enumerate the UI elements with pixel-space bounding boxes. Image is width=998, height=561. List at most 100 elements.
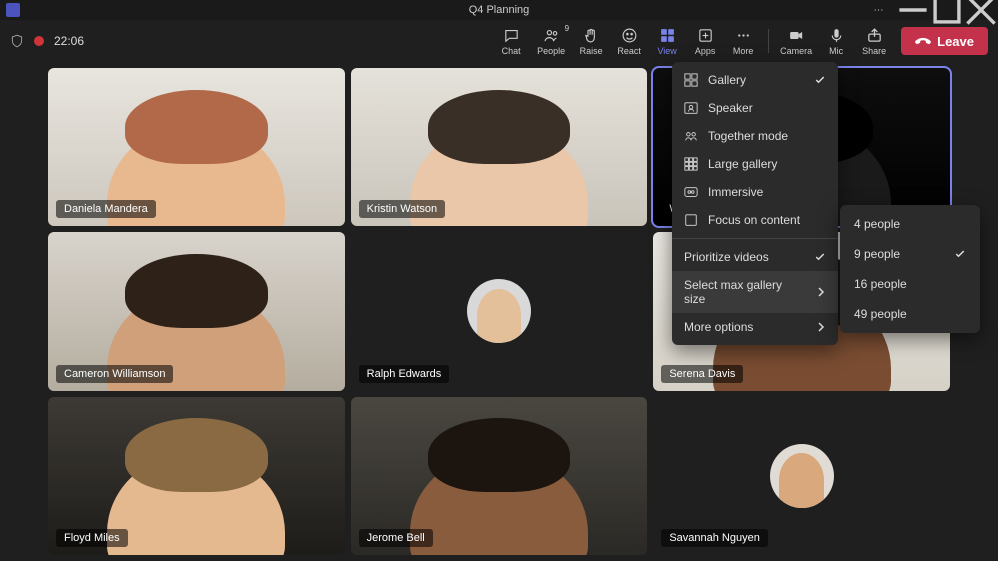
view-option-label: Immersive xyxy=(708,185,763,199)
participant-name: Daniela Mandera xyxy=(56,200,156,218)
apps-button[interactable]: Apps xyxy=(686,21,724,61)
participant-name: Savannah Nguyen xyxy=(661,529,768,547)
participant-name: Floyd Miles xyxy=(56,529,128,547)
minimize-button[interactable] xyxy=(896,0,930,20)
view-label: View xyxy=(657,46,676,56)
view-option-immersive[interactable]: Immersive xyxy=(672,178,838,206)
participant-tile[interactable]: Daniela Mandera xyxy=(48,68,345,226)
participant-tile[interactable]: Kristin Watson xyxy=(351,68,648,226)
gallery-size-label: 49 people xyxy=(854,307,907,321)
participant-tile[interactable]: Jerome Bell xyxy=(351,397,648,555)
gallery-size-option[interactable]: 49 people xyxy=(840,299,980,329)
participant-tile[interactable]: Floyd Miles xyxy=(48,397,345,555)
avatar xyxy=(467,279,531,343)
people-count: 9 xyxy=(565,24,569,33)
view-option-label: Speaker xyxy=(708,101,753,115)
toolbar-separator xyxy=(768,29,769,53)
gallery-icon xyxy=(684,73,698,87)
maximize-button[interactable] xyxy=(930,0,964,20)
view-option-label: Gallery xyxy=(708,73,746,87)
view-icon xyxy=(659,27,676,44)
mic-button[interactable]: Mic xyxy=(817,21,855,61)
camera-button[interactable]: Camera xyxy=(775,21,817,61)
raise-hand-button[interactable]: Raise xyxy=(572,21,610,61)
chat-icon xyxy=(503,27,520,44)
chat-label: Chat xyxy=(502,46,521,56)
leave-button[interactable]: Leave xyxy=(901,27,988,55)
raise-label: Raise xyxy=(580,46,603,56)
window-more-icon[interactable]: ⋯ xyxy=(862,0,896,20)
together-icon xyxy=(684,129,698,143)
view-option-max-gallery-size[interactable]: Select max gallery size xyxy=(672,271,838,313)
close-button[interactable] xyxy=(964,0,998,20)
chat-button[interactable]: Chat xyxy=(492,21,530,61)
more-label: More xyxy=(733,46,754,56)
react-label: React xyxy=(617,46,641,56)
titlebar: Q4 Planning ⋯ xyxy=(0,0,998,20)
gallery-size-submenu: 4 people 9 people 16 people 49 people xyxy=(840,205,980,333)
teams-app-icon xyxy=(6,3,20,17)
react-button[interactable]: React xyxy=(610,21,648,61)
people-button[interactable]: 9 People xyxy=(530,21,572,61)
raise-hand-icon xyxy=(583,27,600,44)
window-controls: ⋯ xyxy=(862,0,998,20)
phone-icon xyxy=(912,30,935,53)
large-gallery-icon xyxy=(684,157,698,171)
focus-icon xyxy=(684,213,698,227)
menu-divider xyxy=(672,238,838,239)
apps-icon xyxy=(697,27,714,44)
chevron-right-icon xyxy=(816,320,826,334)
view-option-label: Select max gallery size xyxy=(684,278,806,306)
window-title: Q4 Planning xyxy=(469,4,530,16)
gallery-size-label: 4 people xyxy=(854,217,900,231)
meeting-timer: 22:06 xyxy=(54,34,84,48)
apps-label: Apps xyxy=(695,46,716,56)
participant-name: Jerome Bell xyxy=(359,529,433,547)
participant-name: Ralph Edwards xyxy=(359,365,450,383)
participant-tile[interactable]: Savannah Nguyen xyxy=(653,397,950,555)
view-button[interactable]: View xyxy=(648,21,686,61)
participant-name: Cameron Williamson xyxy=(56,365,173,383)
view-option-label: Large gallery xyxy=(708,157,777,171)
share-icon xyxy=(866,27,883,44)
share-label: Share xyxy=(862,46,886,56)
meeting-toolbar: 22:06 Chat 9 People Raise React View App… xyxy=(0,20,998,62)
view-option-together[interactable]: Together mode xyxy=(672,122,838,150)
mic-label: Mic xyxy=(829,46,843,56)
participant-tile[interactable]: Cameron Williamson xyxy=(48,232,345,390)
react-icon xyxy=(621,27,638,44)
shield-icon xyxy=(10,34,24,48)
participant-tile[interactable]: Ralph Edwards xyxy=(351,232,648,390)
recording-indicator-icon xyxy=(34,36,44,46)
view-option-label: More options xyxy=(684,320,753,334)
immersive-icon xyxy=(684,185,698,199)
gallery-size-option[interactable]: 9 people xyxy=(840,239,980,269)
view-option-label: Together mode xyxy=(708,129,788,143)
participant-name: Serena Davis xyxy=(661,365,743,383)
more-button[interactable]: More xyxy=(724,21,762,61)
speaker-icon xyxy=(684,101,698,115)
view-option-large-gallery[interactable]: Large gallery xyxy=(672,150,838,178)
view-option-more-options[interactable]: More options xyxy=(672,313,838,341)
mic-icon xyxy=(828,27,845,44)
more-icon xyxy=(735,27,752,44)
view-menu: Gallery Speaker Together mode Large gall… xyxy=(672,62,838,345)
check-icon xyxy=(814,73,826,87)
gallery-size-option[interactable]: 4 people xyxy=(840,209,980,239)
share-button[interactable]: Share xyxy=(855,21,893,61)
view-option-label: Prioritize videos xyxy=(684,250,769,264)
gallery-size-label: 16 people xyxy=(854,277,907,291)
people-icon xyxy=(543,27,560,44)
avatar xyxy=(770,444,834,508)
people-label: People xyxy=(537,46,565,56)
camera-icon xyxy=(788,27,805,44)
view-option-label: Focus on content xyxy=(708,213,800,227)
view-option-prioritize-videos[interactable]: Prioritize videos xyxy=(672,243,838,271)
check-icon xyxy=(814,250,826,264)
leave-label: Leave xyxy=(937,34,974,49)
view-option-gallery[interactable]: Gallery xyxy=(672,66,838,94)
gallery-size-option[interactable]: 16 people xyxy=(840,269,980,299)
camera-label: Camera xyxy=(780,46,812,56)
view-option-speaker[interactable]: Speaker xyxy=(672,94,838,122)
view-option-focus[interactable]: Focus on content xyxy=(672,206,838,234)
